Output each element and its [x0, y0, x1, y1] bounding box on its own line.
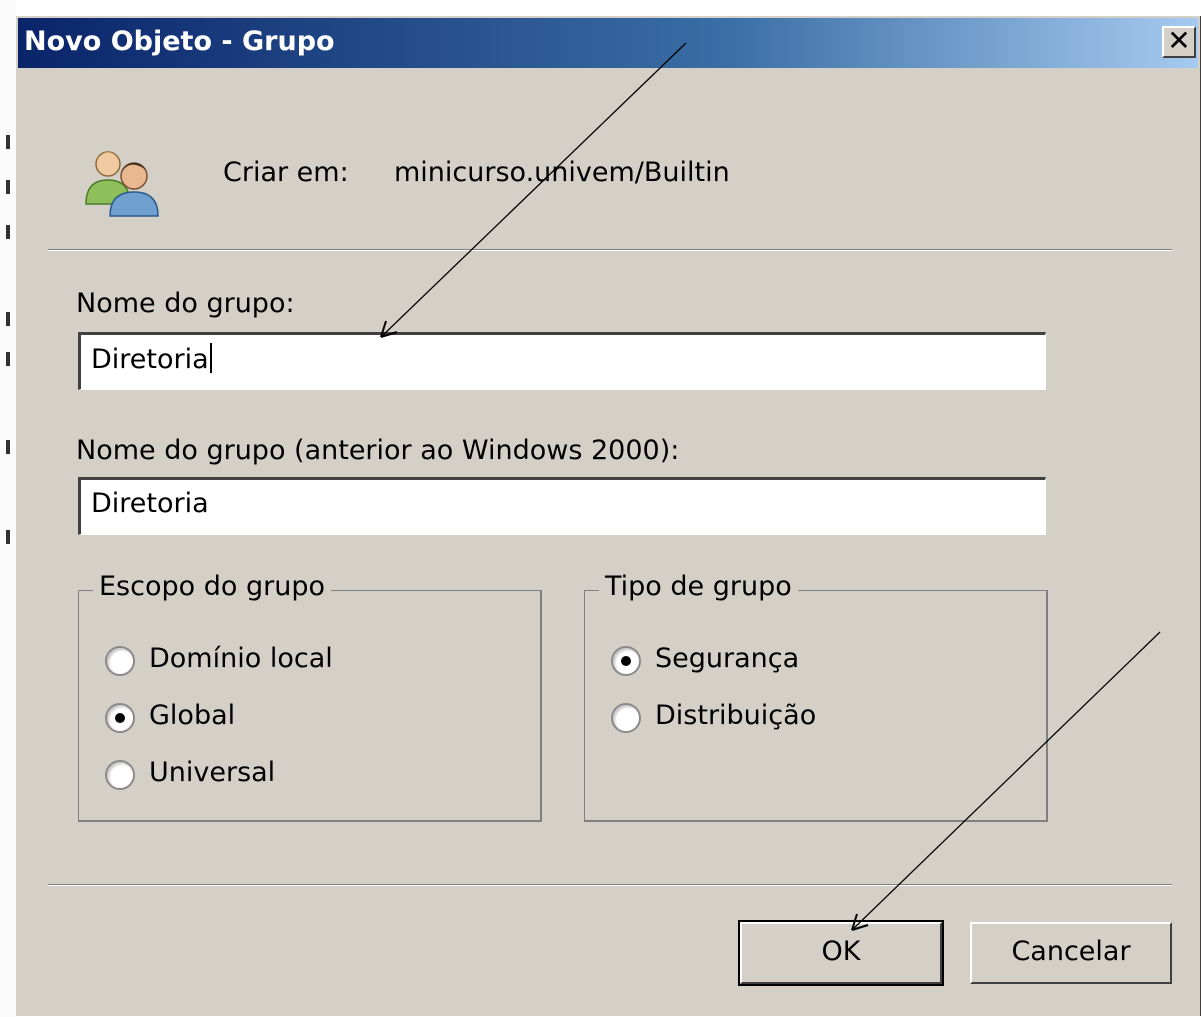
group-type-box: Tipo de grupo Segurança Distribuição	[584, 571, 1048, 822]
type-option-label: Segurança	[655, 643, 800, 674]
group-name-pre2000-label: Nome do grupo (anterior ao Windows 2000)…	[76, 435, 680, 466]
radio-global[interactable]	[105, 703, 135, 733]
radio-domain-local[interactable]	[105, 646, 135, 676]
radio-distribution[interactable]	[611, 703, 641, 733]
group-scope-box: Escopo do grupo Domínio local Global Uni…	[78, 571, 542, 822]
group-name-input[interactable]: Diretoria	[78, 332, 1046, 390]
close-button[interactable]: ✕	[1162, 26, 1196, 58]
group-type-legend: Tipo de grupo	[599, 571, 798, 602]
scope-option-label: Global	[149, 700, 236, 731]
title-bar[interactable]: Novo Objeto - Grupo ✕	[18, 18, 1198, 68]
background-fragment	[6, 530, 10, 544]
group-name-value: Diretoria	[91, 344, 209, 375]
create-in-label: Criar em:	[223, 157, 349, 188]
group-name-pre2000-value: Diretoria	[91, 488, 209, 519]
background-fragment	[6, 180, 10, 194]
radio-security[interactable]	[611, 646, 641, 676]
scope-option-label: Domínio local	[149, 643, 333, 674]
type-option-label: Distribuição	[655, 700, 817, 731]
group-name-pre2000-input[interactable]: Diretoria	[78, 477, 1046, 535]
new-group-dialog: Novo Objeto - Grupo ✕ Criar em: minicurs…	[16, 16, 1201, 1016]
background-fragment	[6, 440, 10, 454]
footer-separator	[48, 884, 1172, 886]
group-scope-legend: Escopo do grupo	[93, 571, 331, 602]
background-fragment	[6, 352, 10, 366]
radio-universal[interactable]	[105, 760, 135, 790]
background-fragment	[6, 135, 10, 149]
cancel-button[interactable]: Cancelar	[970, 922, 1172, 984]
group-name-label: Nome do grupo:	[76, 288, 295, 319]
close-icon: ✕	[1167, 24, 1191, 57]
background-fragment	[6, 225, 10, 239]
ok-button[interactable]: OK	[738, 920, 944, 986]
background-window-edge	[0, 0, 16, 1017]
scope-option-label: Universal	[149, 757, 276, 788]
header-separator	[48, 249, 1172, 251]
background-fragment	[6, 312, 10, 326]
text-caret	[209, 343, 212, 373]
window-title: Novo Objeto - Grupo	[24, 26, 335, 57]
users-icon	[85, 151, 159, 217]
create-in-value: minicurso.univem/Builtin	[394, 157, 730, 188]
